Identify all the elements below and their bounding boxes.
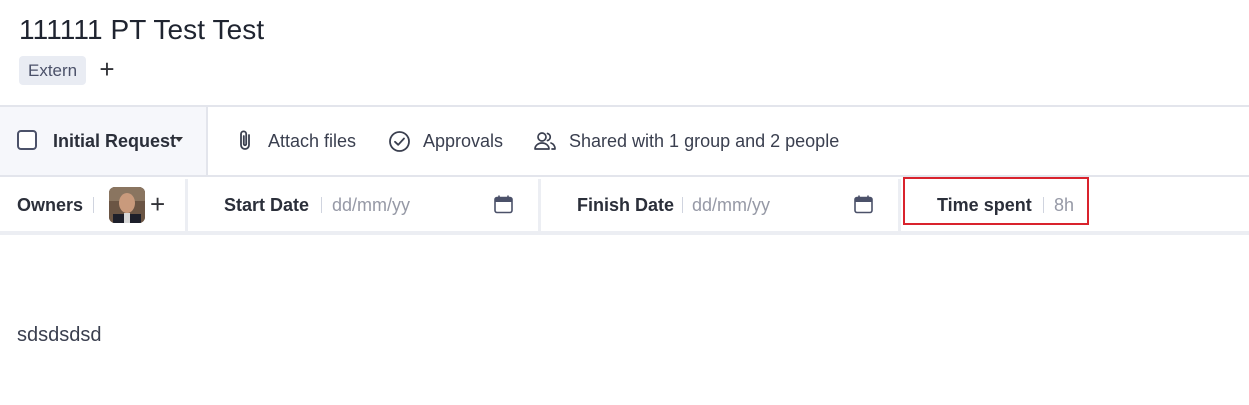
avatar[interactable]: [109, 187, 145, 223]
add-owner-button[interactable]: +: [150, 191, 165, 217]
fields-row: Owners + Start Date dd/mm/yy Finish Date…: [0, 177, 1249, 231]
fields-divider: [0, 231, 1249, 235]
shared-with-label: Shared with 1 group and 2 people: [569, 130, 840, 151]
status-label: Initial Request: [53, 131, 177, 151]
paperclip-icon: [236, 129, 256, 153]
status-dropdown[interactable]: Initial Request: [0, 107, 208, 175]
field-separator: [898, 179, 901, 231]
add-tag-button[interactable]: +: [95, 56, 119, 83]
attach-files-label: Attach files: [268, 130, 357, 151]
check-circle-icon: [388, 130, 411, 153]
calendar-icon[interactable]: [494, 195, 513, 219]
owners-separator: [93, 197, 94, 213]
item-title[interactable]: 111111 PT Test Test: [19, 14, 264, 46]
tag-extern[interactable]: Extern: [19, 56, 87, 85]
field-separator: [538, 179, 541, 231]
field-separator: [185, 179, 188, 231]
approvals-button[interactable]: Approvals: [388, 127, 503, 155]
finish-date-separator: [682, 197, 683, 213]
item-toolbar: Initial Request Attach files Approvals S…: [0, 107, 1249, 175]
finish-date-label: Finish Date: [577, 195, 675, 215]
owners-label: Owners: [17, 195, 84, 215]
people-icon: [533, 130, 557, 152]
item-body-text[interactable]: sdsdsdsd: [17, 324, 102, 347]
calendar-icon[interactable]: [854, 195, 873, 219]
start-date-label: Start Date: [224, 195, 310, 215]
start-date-input[interactable]: dd/mm/yy: [332, 195, 410, 216]
finish-date-input[interactable]: dd/mm/yy: [692, 195, 770, 216]
status-checkbox[interactable]: [17, 130, 37, 150]
attach-files-button[interactable]: Attach files: [236, 127, 356, 155]
start-date-separator: [321, 197, 322, 213]
approvals-label: Approvals: [423, 130, 504, 151]
time-spent-highlight: [903, 177, 1089, 225]
shared-with-button[interactable]: Shared with 1 group and 2 people: [533, 127, 839, 155]
caret-down-icon: [175, 137, 183, 142]
